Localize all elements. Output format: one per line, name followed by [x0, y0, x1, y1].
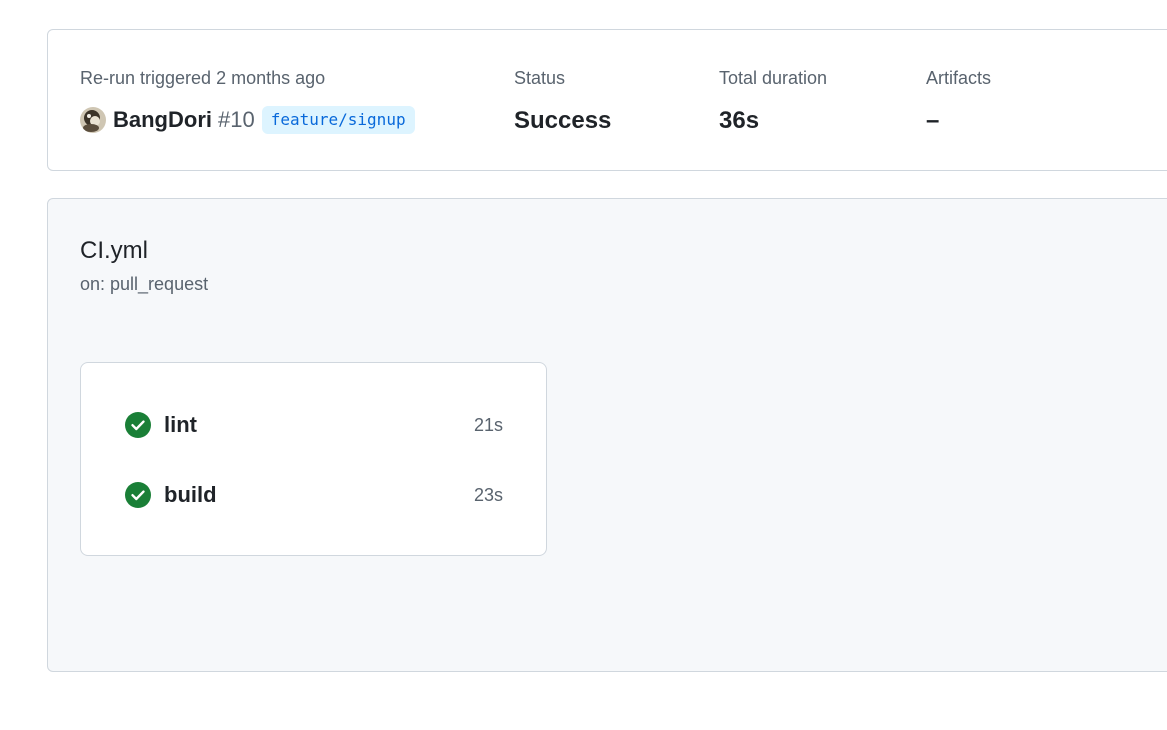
duration-value: 36s: [719, 107, 760, 134]
job-lint[interactable]: lint 21s: [125, 410, 503, 440]
workflow-graph-panel: CI.yml on: pull_request lint 21s build 2…: [47, 198, 1167, 672]
job-build[interactable]: build 23s: [125, 480, 503, 510]
trigger-details: BangDori #10 feature/signup: [80, 105, 415, 135]
trigger-label: Re-run triggered 2 months ago: [80, 68, 326, 88]
status-label: Status: [514, 68, 566, 88]
job-name: build: [164, 482, 217, 507]
check-circle-icon: [125, 412, 151, 438]
status-value: Success: [514, 107, 612, 134]
jobs-group: lint 21s build 23s: [80, 362, 547, 556]
avatar[interactable]: [80, 107, 106, 133]
run-summary-card: Re-run triggered 2 months ago BangDori #…: [47, 29, 1167, 171]
artifacts-column: Artifacts –: [926, 67, 991, 135]
actor-link[interactable]: BangDori: [113, 107, 212, 133]
check-circle-icon: [125, 482, 151, 508]
run-number: #10: [218, 107, 255, 132]
job-duration: 21s: [473, 414, 503, 435]
branch-badge[interactable]: feature/signup: [261, 106, 415, 134]
artifacts-value: –: [926, 107, 940, 134]
artifacts-label: Artifacts: [926, 68, 992, 88]
workflow-trigger: on: pull_request: [80, 274, 209, 294]
workflow-file-name[interactable]: CI.yml: [80, 237, 148, 265]
duration-column: Total duration 36s: [719, 67, 827, 135]
trigger-column: Re-run triggered 2 months ago BangDori #…: [80, 67, 415, 135]
job-name: lint: [164, 412, 197, 437]
status-column: Status Success: [514, 67, 611, 135]
job-duration: 23s: [473, 484, 503, 505]
avatar-image-icon: [80, 107, 106, 133]
duration-label: Total duration: [719, 68, 828, 88]
